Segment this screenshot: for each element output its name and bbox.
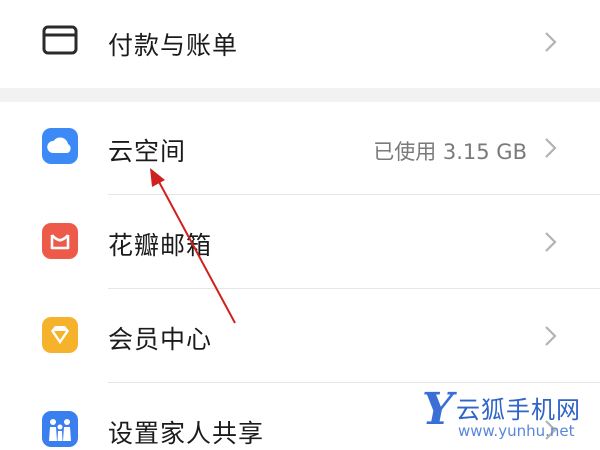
menu-item-payments[interactable]: 付款与账单 [0, 0, 600, 88]
chevron-right-icon [542, 137, 558, 159]
family-icon [42, 411, 78, 447]
watermark-logo-letter: Y [422, 384, 454, 435]
watermark-url: www.yunhu.net [458, 422, 575, 440]
chevron-right-icon [542, 325, 558, 347]
menu-item-label: 设置家人共享 [108, 419, 265, 448]
storage-used-value: 已使用 3.15 GB [373, 140, 527, 164]
cloud-icon [42, 128, 78, 164]
menu-item-label: 云空间 [108, 137, 187, 166]
menu-item-cloud-space[interactable]: 云空间 已使用 3.15 GB [0, 102, 600, 194]
menu-item-label: 花瓣邮箱 [108, 231, 213, 260]
watermark: Y 云狐手机网 www.yunhu.net [422, 388, 600, 450]
menu-item-petal-mail[interactable]: 花瓣邮箱 [0, 195, 600, 288]
chevron-right-icon [542, 231, 558, 253]
chevron-right-icon [542, 31, 558, 53]
menu-item-member-center[interactable]: 会员中心 [0, 289, 600, 382]
diamond-icon [42, 317, 78, 353]
payments-card: 付款与账单 [0, 0, 600, 88]
watermark-title: 云狐手机网 [456, 396, 581, 424]
card-icon [42, 22, 78, 58]
menu-item-label: 会员中心 [108, 325, 213, 354]
mail-icon [42, 223, 78, 259]
menu-item-label: 付款与账单 [108, 31, 239, 60]
